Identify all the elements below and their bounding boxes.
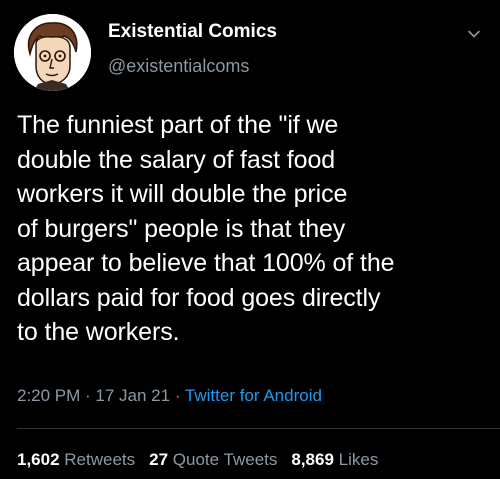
retweets-count: 1,602 <box>17 450 60 469</box>
tweet-text: The funniest part of the "if we double t… <box>17 111 395 346</box>
tweet-stats: 1,602 Retweets 27 Quote Tweets 8,869 Likes <box>17 450 378 470</box>
chevron-down-icon[interactable] <box>466 26 482 42</box>
tweet-date[interactable]: 17 Jan 21 <box>95 386 170 405</box>
author-handle[interactable]: @existentialcoms <box>108 56 249 77</box>
likes-count: 8,869 <box>291 450 334 469</box>
likes-label: Likes <box>333 450 379 469</box>
likes-stat[interactable]: 8,869 Likes <box>291 450 378 469</box>
meta-separator: · <box>80 386 96 405</box>
author-name[interactable]: Existential Comics <box>108 21 277 43</box>
tweet-card: Existential Comics @existentialcoms The … <box>0 0 500 479</box>
avatar-face-icon <box>14 14 91 91</box>
retweets-stat[interactable]: 1,602 Retweets <box>17 450 135 469</box>
quote-tweets-label: Quote Tweets <box>168 450 278 469</box>
divider <box>17 428 500 429</box>
meta-separator: · <box>170 386 185 405</box>
quote-tweets-stat[interactable]: 27 Quote Tweets <box>149 450 277 469</box>
tweet-time[interactable]: 2:20 PM <box>17 386 80 405</box>
retweets-label: Retweets <box>59 450 136 469</box>
tweet-meta: 2:20 PM · 17 Jan 21 · Twitter for Androi… <box>17 386 322 406</box>
avatar[interactable] <box>14 14 91 91</box>
quote-tweets-count: 27 <box>149 450 169 469</box>
tweet-source-link[interactable]: Twitter for Android <box>185 386 322 405</box>
